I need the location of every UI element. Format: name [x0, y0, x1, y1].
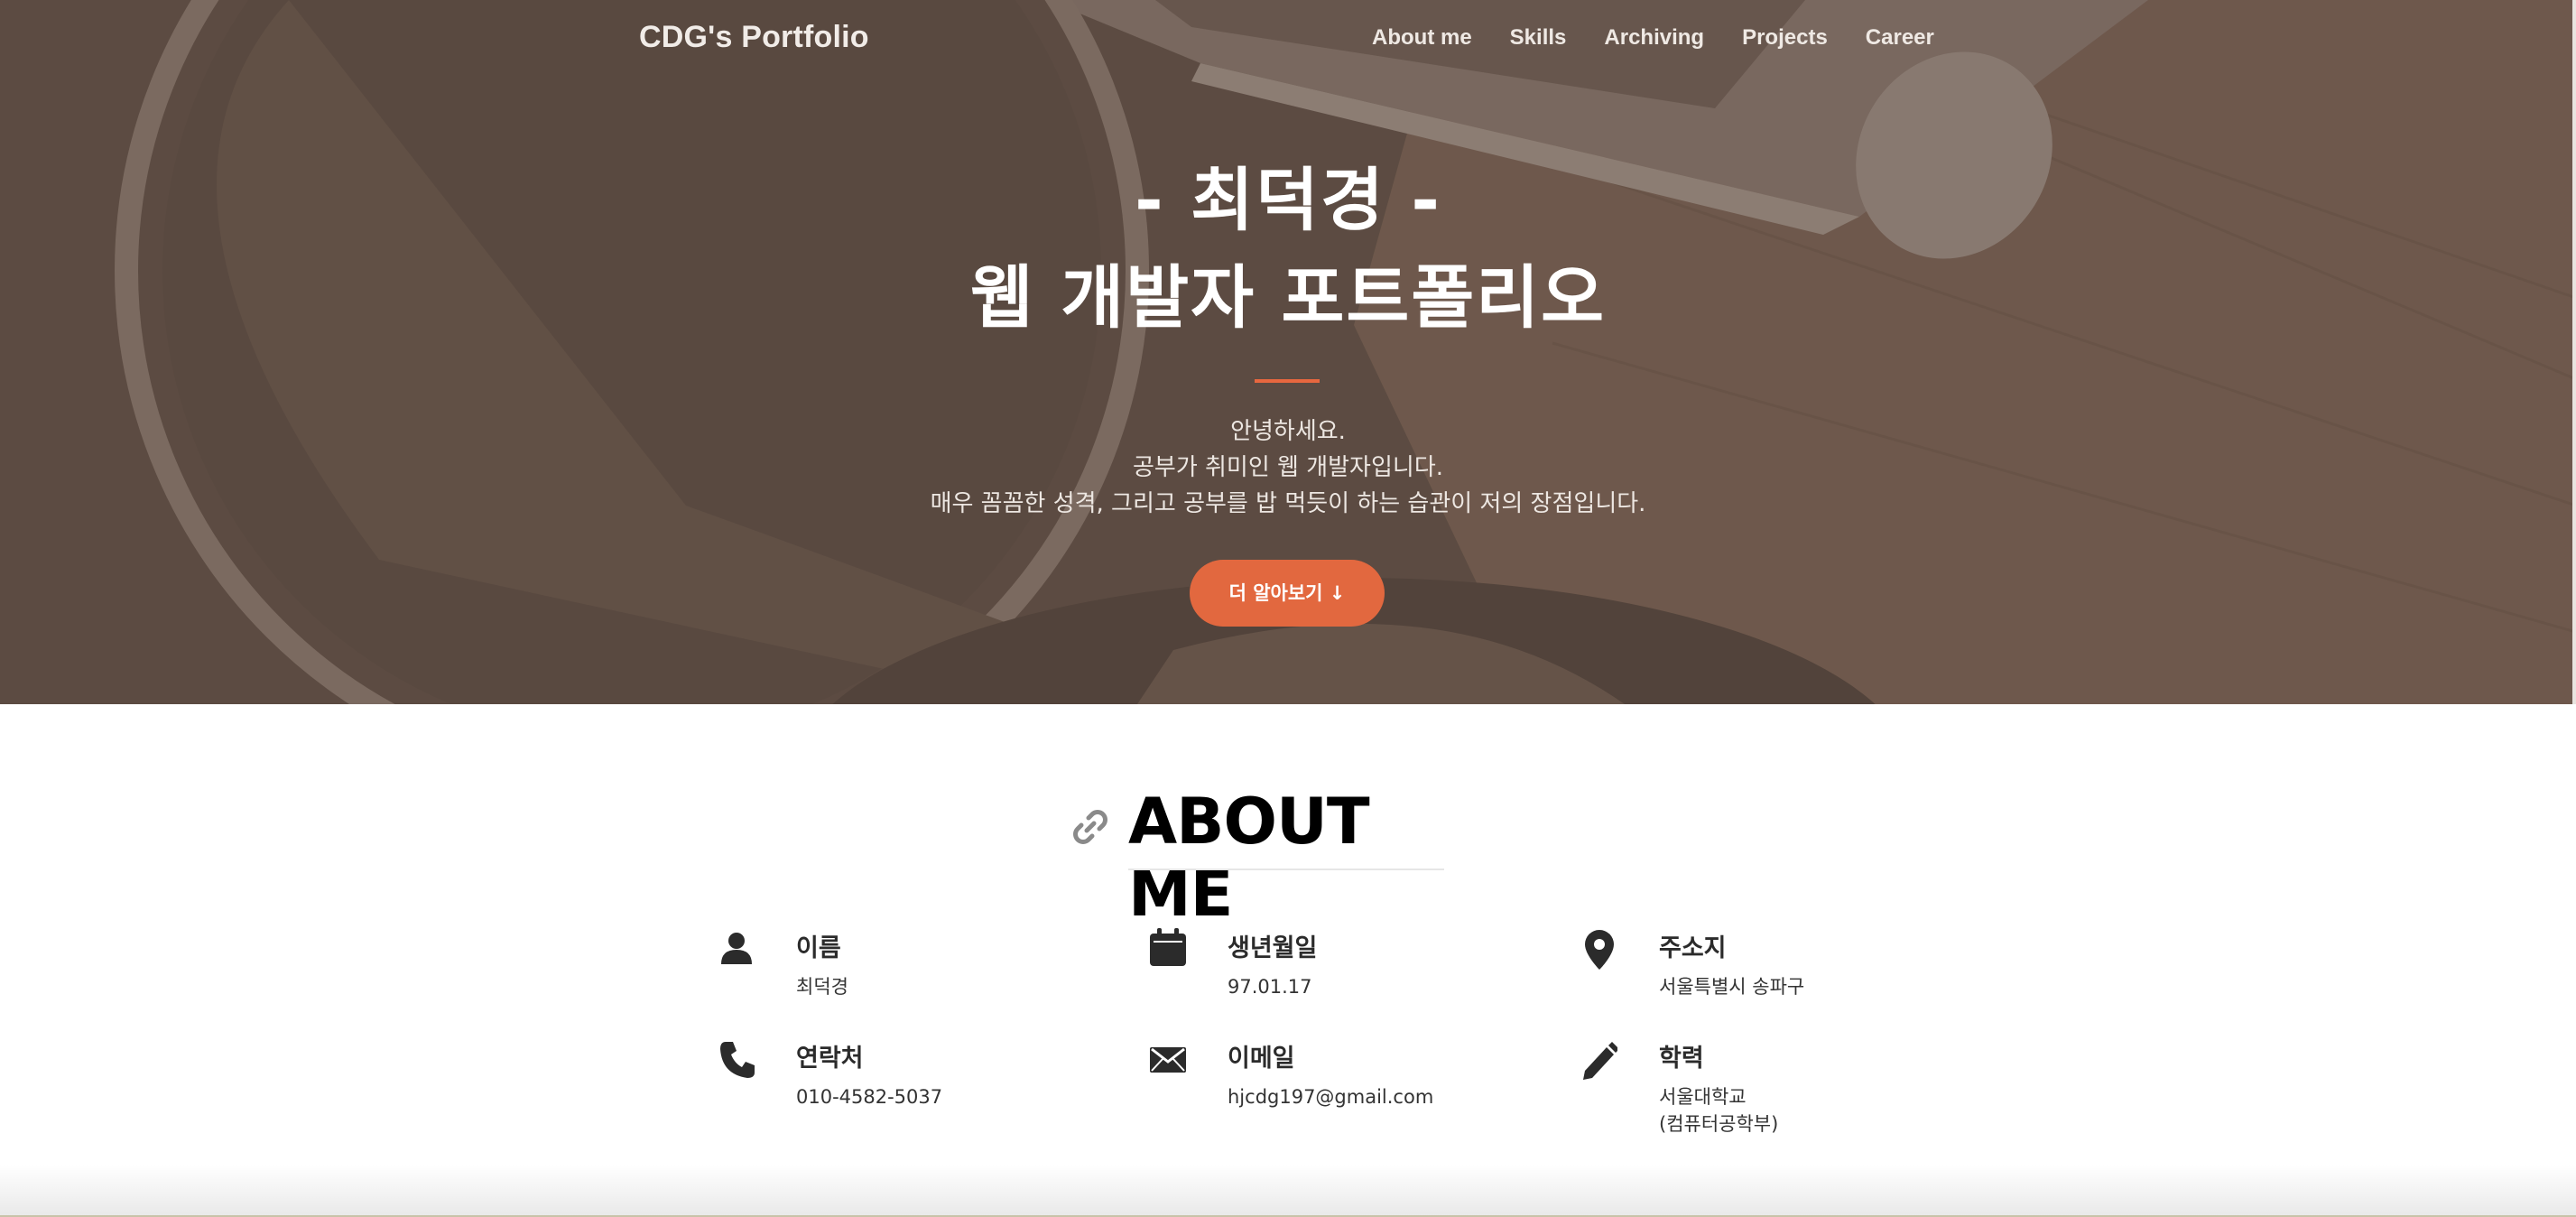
hero-title-subtitle: 웹 개발자 포트폴리오 [969, 257, 1607, 338]
info-label: 이름 [796, 934, 841, 962]
info-value: 서울대학교 (컴퓨터공학부) [1659, 1083, 1778, 1138]
nav-link-projects[interactable]: Projects [1742, 25, 1828, 51]
info-contact: 연락처 010-4582-5037 [718, 1038, 1098, 1119]
info-label: 생년월일 [1228, 934, 1318, 962]
about-title: ABOUT ME [1128, 785, 1370, 931]
phone-icon [720, 1042, 755, 1078]
top-navbar: CDG's Portfolio About me Skills Archivin… [0, 0, 2576, 83]
info-value: 010-4582-5037 [796, 1086, 943, 1108]
info-label: 연락처 [796, 1045, 864, 1073]
hero-intro: 안녕하세요. 공부가 취미인 웹 개발자입니다. 매우 꼼꼼한 성격, 그리고 … [0, 413, 2576, 522]
hero-title-name: - 최덕경 - [1135, 160, 1441, 240]
nav-link-archiving[interactable]: Archiving [1604, 25, 1704, 51]
info-value: hjcdg197@gmail.com [1228, 1086, 1434, 1108]
info-education: 학력 서울대학교 (컴퓨터공학부) [1581, 1038, 1960, 1138]
envelope-icon [1150, 1047, 1186, 1073]
scrollbar-track[interactable] [2572, 0, 2576, 704]
about-heading: ABOUT ME [1065, 785, 1453, 930]
info-address: 주소지 서울특별시 송파구 [1581, 928, 1960, 1009]
info-email: 이메일 hjcdg197@gmail.com [1150, 1038, 1529, 1119]
info-name: 이름 최덕경 [718, 928, 1098, 1009]
info-value: 서울특별시 송파구 [1659, 976, 1805, 998]
hero-intro-line: 공부가 취미인 웹 개발자입니다. [1132, 454, 1444, 481]
info-label: 주소지 [1659, 934, 1727, 962]
nav-link-career[interactable]: Career [1866, 25, 1934, 51]
info-value-line: 서울대학교 [1659, 1086, 1747, 1108]
hero-intro-line: 안녕하세요. [1230, 418, 1346, 445]
info-value: 97.01.17 [1228, 976, 1312, 998]
hero-divider [1255, 379, 1320, 383]
link-icon [1073, 810, 1107, 844]
info-value-line: (컴퓨터공학부) [1659, 1113, 1779, 1135]
pencil-icon [1583, 1042, 1617, 1080]
nav-link-about-me[interactable]: About me [1372, 25, 1472, 51]
hero-intro-line: 매우 꼼꼼한 성격, 그리고 공부를 밥 먹듯이 하는 습관이 저의 장점입니다… [930, 490, 1646, 517]
about-section: ABOUT ME 이름 최덕경 생년월일 97.01.17 주소지 서울특별시 … [0, 704, 2576, 1217]
hero-section: CDG's Portfolio About me Skills Archivin… [0, 0, 2576, 704]
calendar-icon [1150, 928, 1186, 966]
about-title-underline [1128, 869, 1444, 870]
info-label: 이메일 [1228, 1045, 1295, 1073]
location-pin-icon [1585, 930, 1614, 970]
info-value: 최덕경 [796, 976, 848, 998]
brand-logo[interactable]: CDG's Portfolio [639, 20, 869, 55]
info-birthdate: 생년월일 97.01.17 [1150, 928, 1529, 1009]
learn-more-button[interactable]: 더 알아보기 ↓ [1190, 560, 1385, 627]
person-icon [721, 933, 752, 964]
hero-title: - 최덕경 - 웹 개발자 포트폴리오 [0, 152, 2576, 347]
info-label: 학력 [1659, 1045, 1704, 1073]
nav-links: About me Skills Archiving Projects Caree… [1372, 25, 1934, 51]
nav-link-skills[interactable]: Skills [1510, 25, 1567, 51]
section-bottom-shadow [0, 1165, 2576, 1217]
